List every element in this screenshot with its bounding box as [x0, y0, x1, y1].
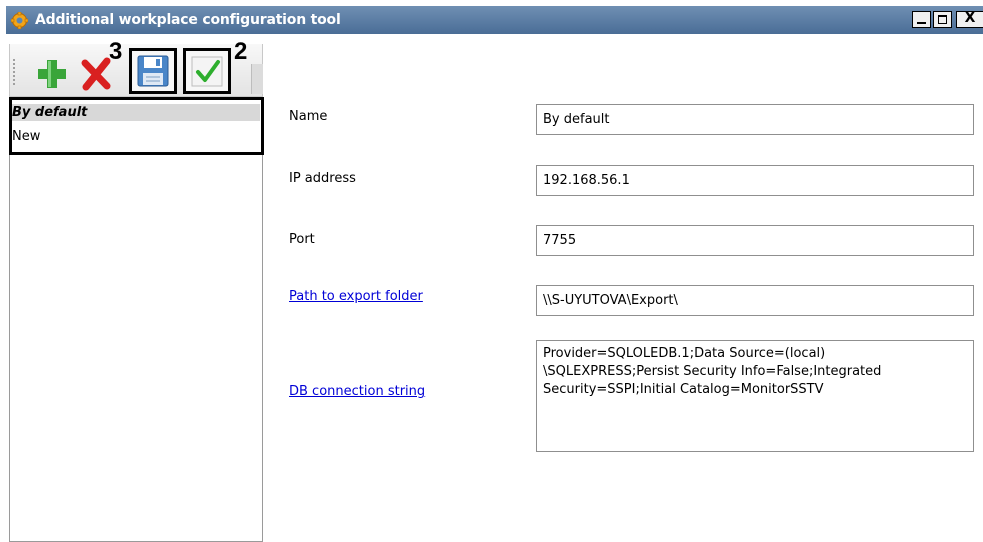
port-label: Port	[289, 232, 315, 247]
minimize-icon	[917, 22, 926, 24]
add-button[interactable]	[32, 53, 72, 93]
db-connection-field[interactable]: Provider=SQLOLEDB.1;Data Source=(local) …	[536, 340, 974, 452]
name-label: Name	[289, 109, 328, 124]
toolbar-grip[interactable]	[12, 58, 16, 86]
port-field[interactable]: 7755	[536, 225, 974, 256]
apply-checkmark-icon	[191, 56, 223, 87]
app-window: Additional workplace configuration tool …	[0, 0, 983, 542]
app-gear-icon	[11, 12, 28, 29]
add-icon	[38, 60, 66, 88]
apply-button[interactable]	[183, 48, 231, 94]
callout-3: 3	[109, 38, 123, 65]
close-button[interactable]: X	[956, 10, 983, 28]
configuration-list[interactable]	[9, 98, 263, 542]
name-field[interactable]: By default	[536, 104, 974, 135]
minimize-button[interactable]	[912, 11, 931, 28]
list-highlight-frame	[9, 97, 264, 155]
toolbar	[9, 44, 263, 97]
maximize-icon	[938, 15, 947, 24]
ip-address-field[interactable]: 192.168.56.1	[536, 165, 974, 196]
toolbar-overflow-button[interactable]	[251, 64, 263, 94]
title-bar[interactable]: Additional workplace configuration tool …	[6, 6, 983, 34]
close-icon: X	[964, 10, 976, 26]
callout-2: 2	[234, 38, 248, 65]
export-folder-field[interactable]: \\S-UYUTOVA\Export\	[536, 285, 974, 316]
delete-icon	[81, 57, 111, 91]
export-folder-link[interactable]: Path to export folder	[289, 288, 423, 305]
maximize-button[interactable]	[933, 11, 952, 28]
save-icon	[137, 55, 169, 87]
save-button[interactable]	[129, 48, 177, 94]
db-connection-link[interactable]: DB connection string	[289, 383, 425, 400]
window-title: Additional workplace configuration tool	[35, 12, 341, 28]
ip-address-label: IP address	[289, 171, 356, 186]
